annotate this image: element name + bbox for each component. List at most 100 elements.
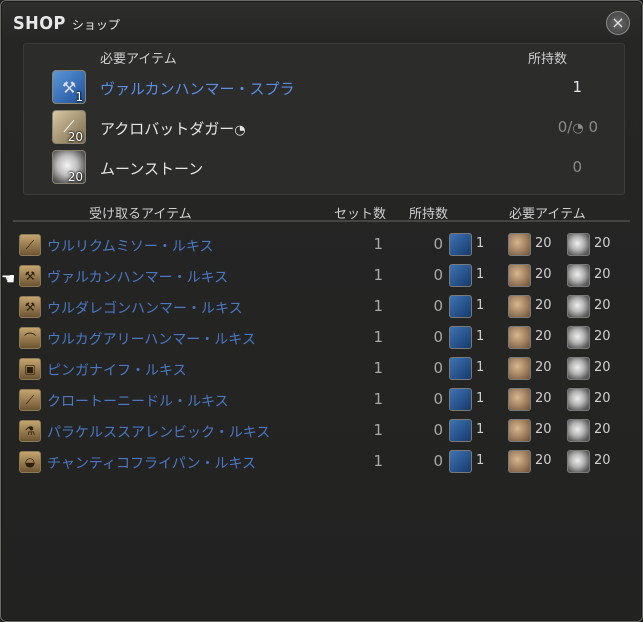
owned-nq: 0/ [557,118,573,136]
moonstone-icon[interactable]: 20 [52,150,86,184]
req-count-1: 1 [476,360,485,375]
req-count-2: 20 [535,298,552,313]
moonstone-icon[interactable] [567,357,590,380]
moonstone-icon[interactable] [567,233,590,256]
owned-count: 0 [433,452,443,470]
item-name: チャンティコフライパン・ルキス [47,456,257,472]
req-count-2: 20 [535,236,552,251]
req-count-3: 20 [594,453,611,468]
owned-count: 0 [572,158,582,176]
dagger-icon[interactable] [508,264,531,287]
moonstone-icon[interactable] [567,450,590,473]
base-tool-icon[interactable] [449,357,472,380]
req-count-2: 20 [535,391,552,406]
frypan-icon[interactable]: ◒ [19,451,41,473]
alembic-icon[interactable]: ⚗ [19,420,41,442]
req-count-2: 20 [535,360,552,375]
req-count-3: 20 [594,236,611,251]
hammer-icon[interactable]: ⚒ 1 [52,70,86,104]
list-item[interactable]: ◒ チャンティコフライパン・ルキス 1 0 1 20 20 [13,447,630,477]
list-item[interactable]: ⟋ ウルリクムミソー・ルキス 1 0 1 20 20 [13,230,630,260]
list-item[interactable]: ⚗ パラケルススアレンビック・ルキス 1 0 1 20 20 [13,416,630,446]
dagger-icon[interactable] [508,357,531,380]
knife-icon[interactable]: ▣ [19,358,41,380]
required-item-row[interactable]: 20 ムーンストーン 0 [52,150,612,186]
req-count-1: 1 [476,453,485,468]
dagger-icon[interactable] [508,419,531,442]
qty-badge: 20 [67,170,83,184]
owned-count: 0 [433,359,443,377]
owned-count: 0 [433,297,443,315]
dagger-icon[interactable] [508,388,531,411]
base-tool-icon[interactable] [449,295,472,318]
item-name: ウルリクムミソー・ルキス [47,239,214,255]
base-tool-icon[interactable] [449,450,472,473]
base-tool-icon[interactable] [449,388,472,411]
needle-icon[interactable]: ⟋ [19,389,41,411]
item-name: ヴァルカンハンマー・ルキス [47,270,229,286]
list-item[interactable]: ▣ ピンガナイフ・ルキス 1 0 1 20 20 [13,354,630,384]
title-shop-jp: ショップ [71,18,120,32]
dagger-icon[interactable] [508,450,531,473]
owned-count: 0 [433,328,443,346]
req-count-3: 20 [594,391,611,406]
required-item-name: ヴァルカンハンマー・スプラ [100,80,295,98]
req-count-2: 20 [535,453,552,468]
title-shop: SHOP [13,13,66,34]
qty-badge: 1 [75,90,83,104]
req-count-1: 1 [476,236,485,251]
req-count-2: 20 [535,329,552,344]
list-item[interactable]: ⚒ ウルダレゴンハンマー・ルキス 1 0 1 20 20 [13,292,630,322]
base-tool-icon[interactable] [449,419,472,442]
close-icon[interactable]: × [606,11,630,35]
item-name: クロートーニードル・ルキス [47,394,229,410]
moonstone-icon[interactable] [567,326,590,349]
hq-icon: ◔ [234,123,246,138]
saw-icon[interactable]: ⟋ [19,234,41,256]
base-tool-icon[interactable] [449,326,472,349]
hammer-icon[interactable]: ⌒ [19,327,41,349]
set-count: 1 [373,266,383,284]
required-item-row[interactable]: ⟋ 20 アクロバットダガー◔ 0/◔ 0 [52,110,612,146]
moonstone-icon[interactable] [567,295,590,318]
set-count: 1 [373,297,383,315]
item-name: ウルカグアリーハンマー・ルキス [47,332,256,348]
dagger-icon[interactable]: ⟋ 20 [52,110,86,144]
req-count-2: 20 [535,267,552,282]
req-count-1: 1 [476,391,485,406]
owned-count: 0 [433,421,443,439]
req-count-3: 20 [594,422,611,437]
list-item[interactable]: ⌒ ウルカグアリーハンマー・ルキス 1 0 1 20 20 [13,323,630,353]
moonstone-icon[interactable] [567,419,590,442]
item-name: ウルダレゴンハンマー・ルキス [47,301,243,317]
item-name: パラケルススアレンビック・ルキス [47,425,271,441]
req-count-1: 1 [476,267,485,282]
dagger-icon[interactable] [508,295,531,318]
req-count-3: 20 [594,360,611,375]
owned-count: 0 [433,235,443,253]
item-name-text: アクロバットダガー [100,120,235,138]
dagger-icon[interactable] [508,233,531,256]
qty-badge: 20 [67,130,83,144]
dagger-icon[interactable] [508,326,531,349]
header-divider [13,220,630,222]
set-count: 1 [373,235,383,253]
base-tool-icon[interactable] [449,233,472,256]
required-item-row[interactable]: ⚒ 1 ヴァルカンハンマー・スプラ 1 [52,70,612,106]
list-item[interactable]: ⟋ クロートーニードル・ルキス 1 0 1 20 20 [13,385,630,415]
hammer-icon[interactable]: ⚒ [19,265,41,287]
set-count: 1 [373,421,383,439]
owned-count: 0 [433,266,443,284]
header-required-item: 必要アイテム [100,52,177,67]
header-owned: 所持数 [528,52,568,67]
required-item-name: アクロバットダガー◔ [100,118,246,139]
moonstone-icon[interactable] [567,388,590,411]
base-tool-icon[interactable] [449,264,472,287]
set-count: 1 [373,452,383,470]
moonstone-icon[interactable] [567,264,590,287]
list-item[interactable]: ⚒ ヴァルカンハンマー・ルキス 1 0 1 20 20 [13,261,630,291]
req-count-1: 1 [476,329,485,344]
req-count-2: 20 [535,422,552,437]
req-count-1: 1 [476,422,485,437]
hammer-icon[interactable]: ⚒ [19,296,41,318]
